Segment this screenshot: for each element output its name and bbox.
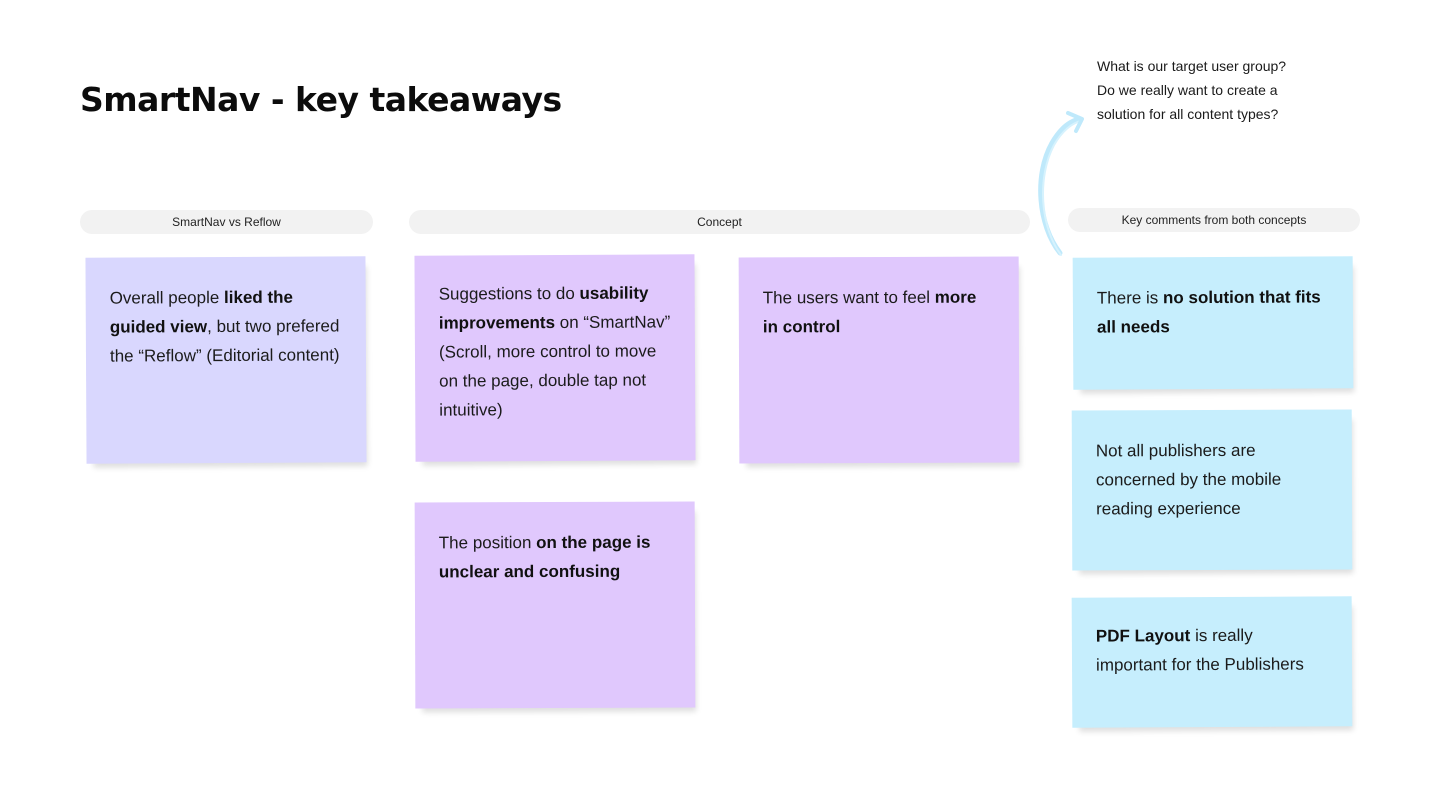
note-text: Overall people [109,288,225,308]
sticky-note[interactable]: Overall people liked the guided view, bu… [85,256,367,464]
note-text: The users want to feel [762,287,935,308]
sticky-note[interactable]: There is no solution that fits all needs [1072,256,1354,390]
question-line: solution for all content types? [1097,106,1279,122]
sticky-note[interactable]: Not all publishers are concerned by the … [1071,409,1353,571]
section-label-smartnav-vs-reflow: SmartNav vs Reflow [80,210,373,234]
sticky-note[interactable]: The users want to feel more in control [738,256,1020,464]
note-text: Not all publishers are concerned by the … [1095,440,1282,519]
section-label-concept: Concept [409,210,1030,234]
page-title: SmartNav - key takeaways [80,80,562,119]
sticky-note[interactable]: Suggestions to do usability improvements… [414,254,696,462]
hand-drawn-arrow-icon [1038,111,1084,256]
question-line: What is our target user group? [1097,58,1287,74]
question-line: Do we really want to create a [1097,82,1278,98]
sticky-note[interactable]: PDF Layout is really important for the P… [1071,596,1353,728]
note-text: Suggestions to do [438,283,580,304]
note-text: There is [1096,288,1164,308]
section-label-key-comments: Key comments from both concepts [1068,208,1360,232]
note-text: The position [438,533,537,553]
note-emphasis: PDF Layout [1095,626,1191,646]
sticky-note[interactable]: The position on the page is unclear and … [414,501,696,709]
question-note[interactable]: What is our target user group? Do we rea… [1097,54,1327,126]
